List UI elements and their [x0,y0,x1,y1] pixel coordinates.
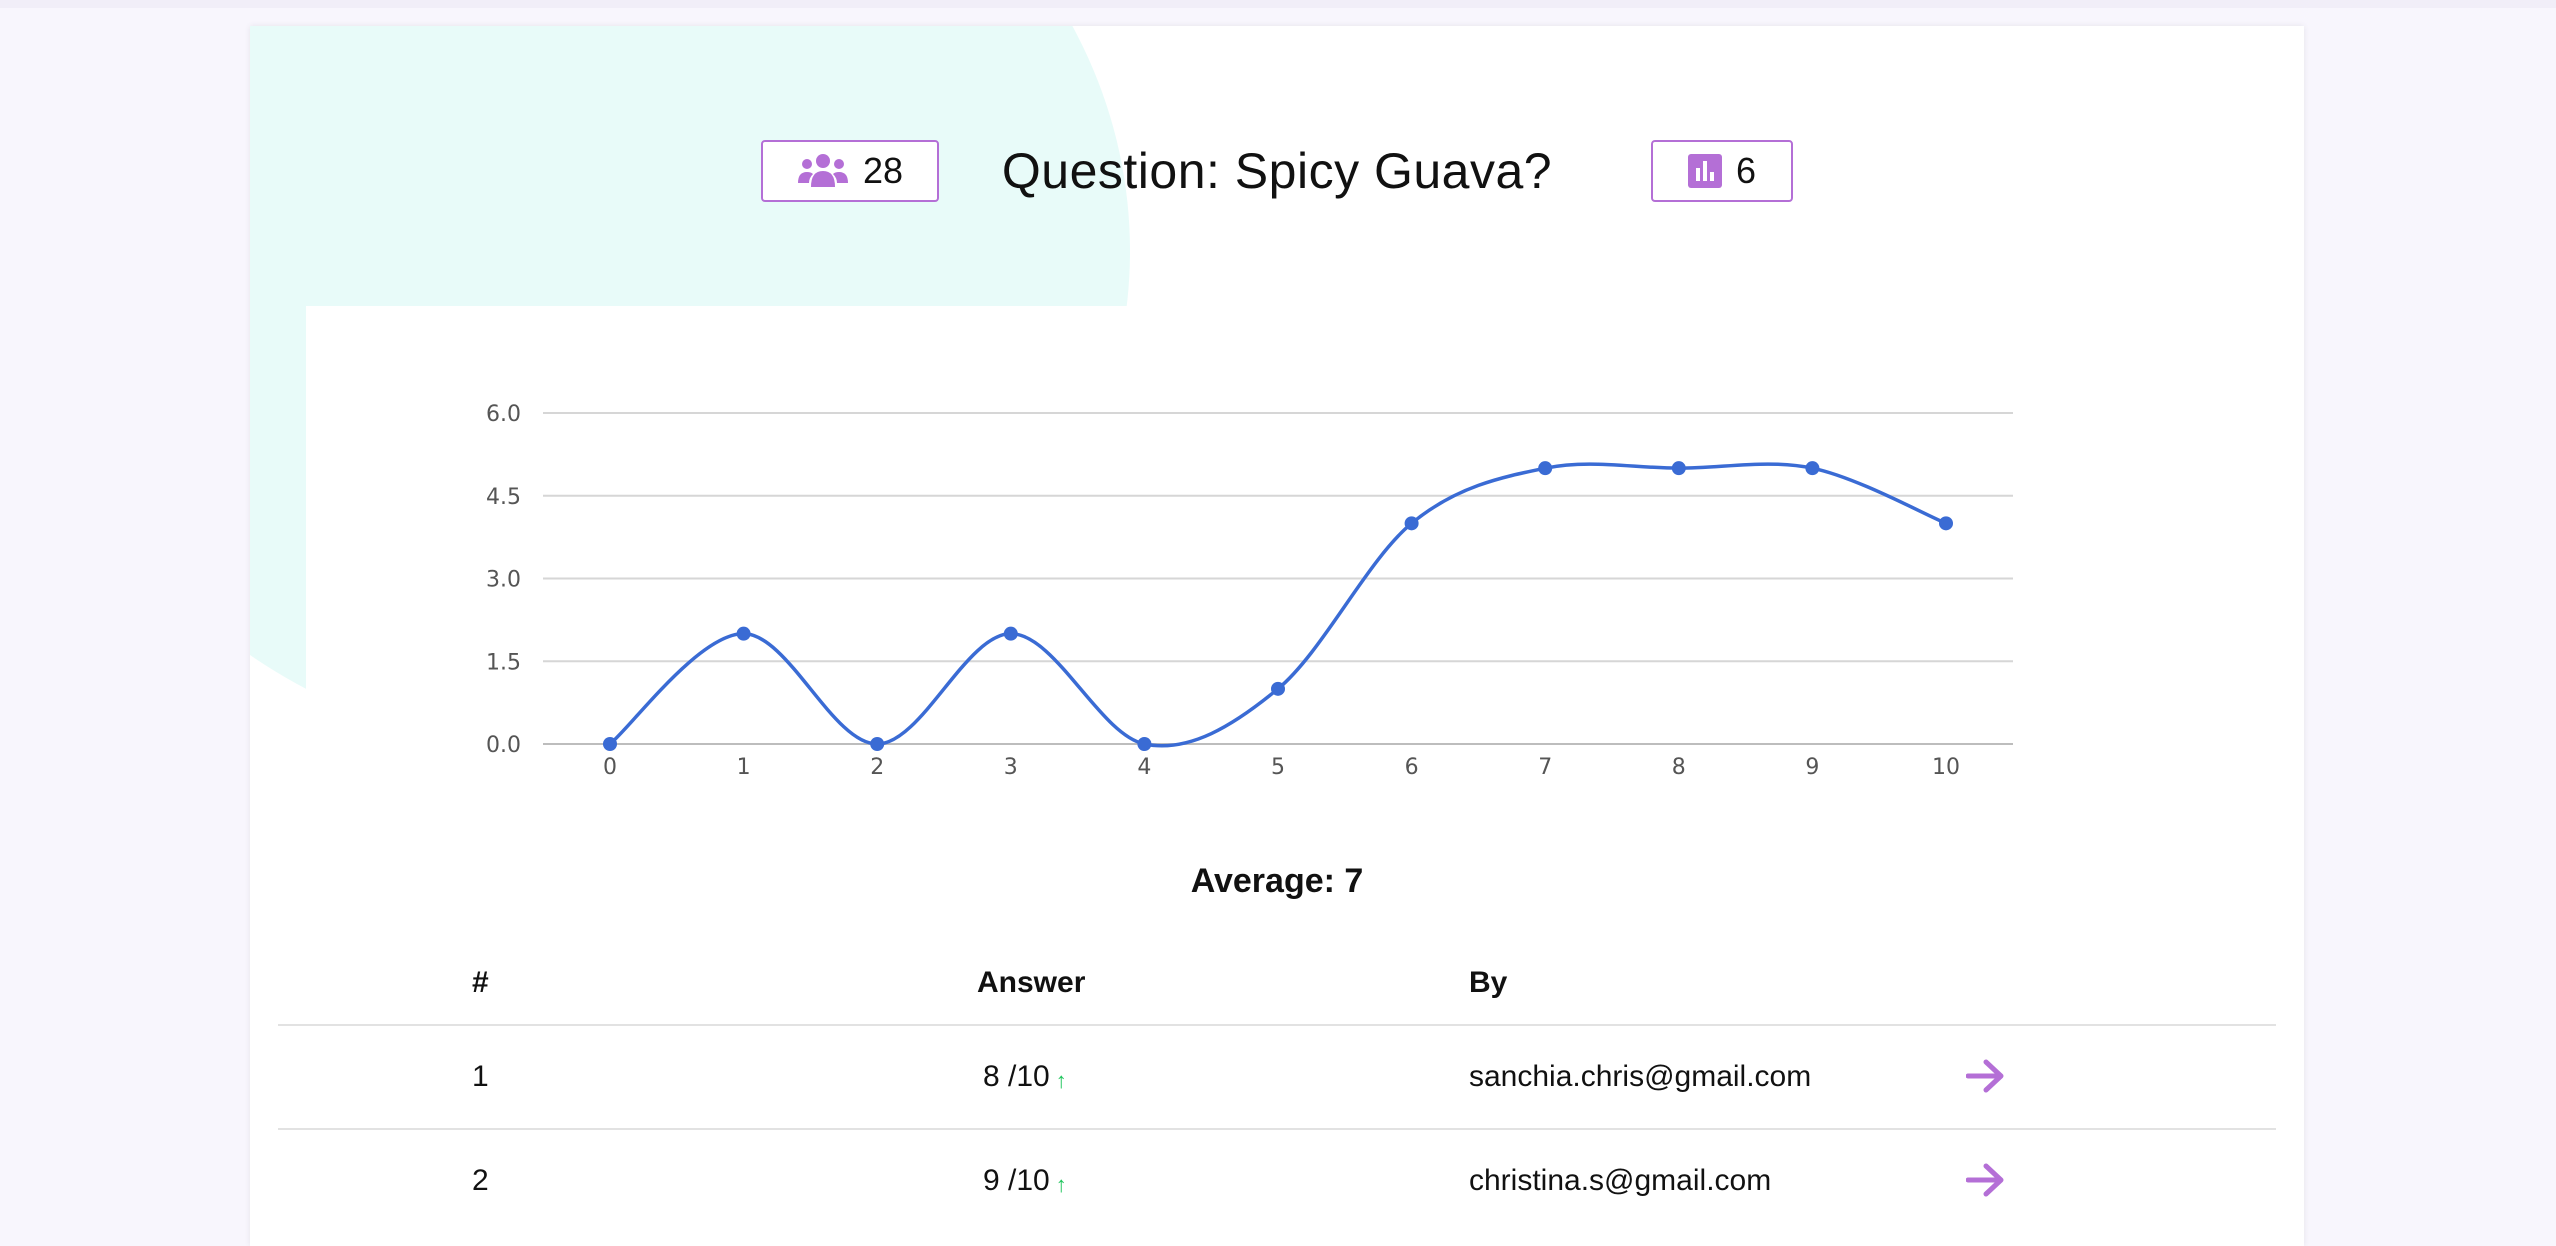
row-answer: 8 /10 ↑ [983,1026,1067,1128]
data-point [1137,737,1152,751]
x-tick-label: 6 [1405,755,1419,780]
data-point [1538,461,1553,476]
row-answer: 9 /10 ↑ [983,1130,1067,1232]
y-tick-label: 4.5 [486,485,521,510]
x-tick-label: 5 [1271,755,1285,780]
average-score: Average: 7 [1190,862,1364,900]
y-tick-label: 1.5 [486,650,521,675]
row-index: 2 [472,1164,489,1197]
x-tick-label: 4 [1137,755,1151,780]
x-tick-label: 3 [1004,755,1018,780]
table-row[interactable]: 2 9 /10 ↑ christina.s@gmail.com [250,1130,2304,1232]
row-author: sanchia.chris@gmail.com [1469,1060,1812,1093]
results-card: 28 Question: Spicy Guava? 6 0.0 1.5 3.0 4.5… [250,26,2304,1246]
column-header-by: By [1469,966,1508,999]
data-point [736,626,751,641]
x-tick-label: 10 [1932,755,1960,780]
x-tick-label: 7 [1538,755,1552,780]
answers-line-chart: 0.0 1.5 3.0 4.5 6.0 0 1 2 3 4 5 6 7 8 9 10 [486,402,2013,780]
top-bar [0,0,2556,8]
row-author: christina.s@gmail.com [1469,1164,1772,1197]
data-point [1271,681,1285,696]
x-tick-label: 1 [737,755,751,780]
data-point [870,737,885,751]
row-index: 1 [472,1060,489,1093]
column-header-index: # [472,966,489,999]
table-row[interactable]: 1 8 /10 ↑ sanchia.chris@gmail.com [250,1026,2304,1128]
answer-value: 8 /10 [983,1060,1050,1093]
column-header-answer: Answer [977,966,1086,999]
answer-value: 9 /10 [983,1164,1050,1197]
table-header: # Answer By [250,954,2304,1018]
data-point [1003,626,1018,641]
x-tick-label: 2 [870,755,884,780]
x-tick-label: 0 [603,755,617,780]
arrow-right-icon [1966,1163,2004,1197]
y-tick-label: 6.0 [486,402,521,427]
y-tick-label: 0.0 [486,733,521,758]
x-tick-label: 9 [1805,755,1819,780]
x-tick-label: 8 [1672,755,1686,780]
arrow-up-icon: ↑ [1055,1068,1067,1093]
data-point [1671,461,1686,476]
open-answer-button[interactable] [1962,1052,2010,1100]
arrow-right-icon [1966,1059,2004,1093]
data-point [1404,516,1419,531]
y-tick-label: 3.0 [486,568,521,593]
open-answer-button[interactable] [1962,1156,2010,1204]
series-line [608,462,1947,748]
data-point [603,737,617,751]
arrow-up-icon: ↑ [1055,1172,1067,1197]
data-point [1805,461,1820,476]
data-point [1939,516,1953,531]
